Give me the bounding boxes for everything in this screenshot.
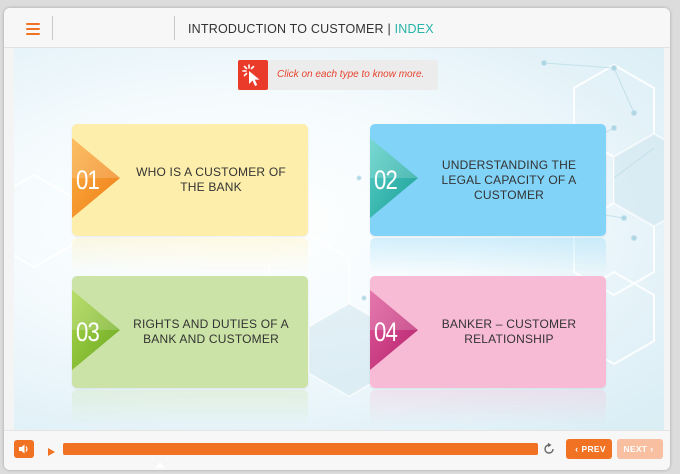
card-number: 01	[76, 165, 100, 195]
prev-button[interactable]: ‹ PREV	[566, 439, 612, 459]
title-separator: |	[387, 22, 391, 36]
card-number: 04	[374, 317, 398, 347]
card-label: BANKER – CUSTOMER RELATIONSHIP	[441, 317, 577, 346]
card-reflection	[370, 390, 606, 426]
card-number: 02	[374, 165, 398, 195]
card-reflection	[72, 238, 308, 274]
card-label: UNDERSTANDING THE LEGAL CAPACITY OF A CU…	[441, 157, 577, 202]
topic-card-03[interactable]: 03 RIGHTS AND DUTIES OF A BANK AND CUSTO…	[72, 276, 308, 426]
card-reflection	[370, 238, 606, 274]
position-marker	[155, 462, 165, 468]
section-title: INDEX	[394, 22, 434, 36]
play-icon[interactable]	[46, 444, 56, 456]
volume-icon[interactable]	[14, 440, 34, 458]
progress-bar[interactable]	[63, 443, 538, 455]
page-title: INTRODUCTION TO CUSTOMER | INDEX	[188, 22, 434, 36]
card-number: 03	[76, 317, 100, 347]
course-title: INTRODUCTION TO CUSTOMER	[188, 22, 384, 36]
prev-label: PREV	[581, 444, 606, 454]
hint-text: Click on each type to know more.	[277, 69, 425, 80]
card-reflection	[72, 390, 308, 426]
next-label: NEXT	[623, 444, 648, 454]
card-label: WHO IS A CUSTOMER OF THE BANK	[136, 165, 286, 194]
header-divider	[174, 16, 175, 40]
progress-fill	[63, 443, 538, 455]
pointer-click-icon	[238, 60, 268, 90]
card-label: RIGHTS AND DUTIES OF A BANK AND CUSTOMER	[133, 317, 289, 346]
chevron-right-icon: ›	[650, 444, 654, 454]
topic-card-02[interactable]: 02 UNDERSTANDING THE LEGAL CAPACITY OF A…	[370, 124, 606, 274]
header-bar: INTRODUCTION TO CUSTOMER | INDEX	[4, 8, 670, 48]
next-button[interactable]: NEXT ›	[617, 439, 663, 459]
topic-card-04[interactable]: 04 BANKER – CUSTOMER RELATIONSHIP	[370, 276, 606, 426]
replay-icon[interactable]	[542, 442, 556, 456]
topic-card-01[interactable]: 01 WHO IS A CUSTOMER OF THE BANK	[72, 124, 308, 274]
menu-icon[interactable]	[26, 23, 40, 35]
header-divider	[52, 16, 53, 40]
chevron-left-icon: ‹	[575, 444, 579, 454]
instruction-hint: Click on each type to know more.	[238, 60, 438, 90]
